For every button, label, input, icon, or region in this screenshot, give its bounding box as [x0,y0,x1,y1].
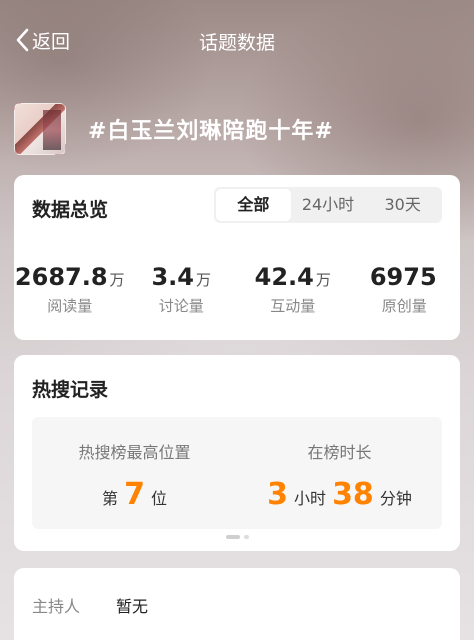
highest-position-value: 第7位 [32,477,237,512]
stat-unit: 万 [196,271,212,289]
hot-search-box[interactable]: 热搜榜最高位置 第7位 在榜时长 3 小时 38 分钟 [32,417,442,529]
stat-value: 6975 [369,263,437,291]
stat-unit: 万 [315,271,331,289]
topic-thumbnail [14,103,66,155]
page-dot-active [225,535,240,539]
stats-row: 2687.8 万 阅读量 3.4 万 讨论量 42.4 万 互动量 6975 原创量 [14,263,460,316]
stat-value: 2687.8 [14,263,108,291]
rank-suffix: 位 [150,489,167,508]
stat-unit: 万 [109,271,125,289]
stat-interaction: 42.4 万 互动量 [237,263,349,316]
stat-label: 原创量 [381,297,427,315]
time-range-tabs: 全部 24小时 30天 [214,187,442,223]
highest-position: 热搜榜最高位置 第7位 [32,417,237,529]
topic-title: #白玉兰刘琳陪跑十年# [88,119,334,144]
hours-number: 3 [267,477,289,512]
tab-all[interactable]: 全部 [216,189,291,221]
stat-discussion: 3.4 万 讨论量 [126,263,238,316]
topic-header: #白玉兰刘琳陪跑十年# [14,103,334,155]
topic-info-card: 主持人 暂无 [14,568,460,640]
time-on-list-value: 3 小时 38 分钟 [237,477,442,512]
overview-title: 数据总览 [32,199,109,221]
highest-position-label: 热搜榜最高位置 [78,443,191,462]
stat-value: 42.4 [254,263,314,291]
host-row: 主持人 暂无 [32,593,148,617]
data-overview-card: 数据总览 全部 24小时 30天 2687.8 万 阅读量 3.4 万 讨论量 42… [14,175,460,340]
stat-label: 互动量 [270,297,316,315]
stat-original: 6975 原创量 [349,263,461,316]
minutes-unit: 分钟 [379,489,412,508]
stat-value: 3.4 [151,263,194,291]
page-indicator [14,535,460,539]
hot-search-card: 热搜记录 热搜榜最高位置 第7位 在榜时长 3 小时 38 分钟 [14,355,460,551]
time-on-list: 在榜时长 3 小时 38 分钟 [237,417,442,529]
host-label: 主持人 [32,597,81,616]
hot-search-title: 热搜记录 [32,379,109,401]
tab-30d[interactable]: 30天 [365,189,440,221]
navigation-bar: 返回 话题数据 [0,0,474,80]
rank-number: 7 [124,477,145,512]
time-on-list-label: 在榜时长 [307,443,372,462]
stat-label: 讨论量 [158,297,204,315]
host-value: 暂无 [116,597,149,616]
page-dot [243,535,249,539]
stat-label: 阅读量 [47,297,93,315]
rank-prefix: 第 [102,489,119,508]
minutes-number: 38 [332,477,374,512]
tab-24h[interactable]: 24小时 [291,189,366,221]
page-title: 话题数据 [198,32,275,54]
hours-unit: 小时 [294,489,327,508]
stat-read: 2687.8 万 阅读量 [14,263,126,316]
